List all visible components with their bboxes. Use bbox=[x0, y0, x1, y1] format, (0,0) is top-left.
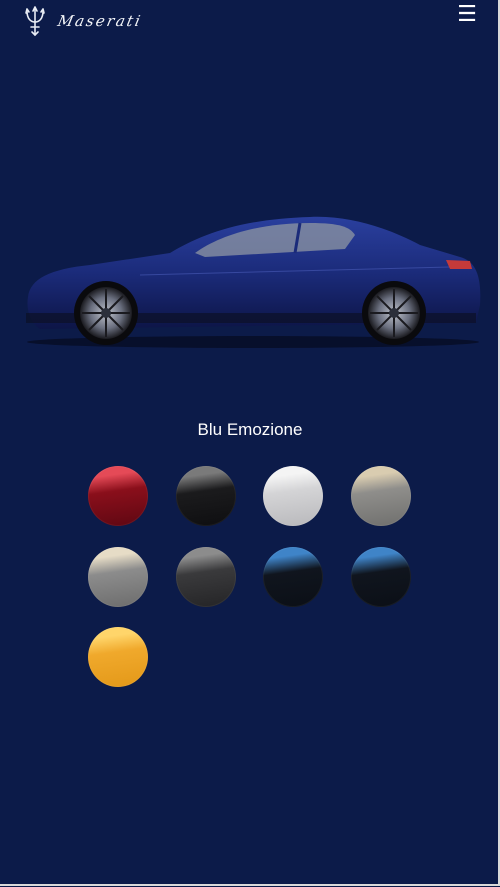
color-swatch-dark-grey[interactable] bbox=[176, 547, 236, 607]
car-image bbox=[26, 216, 481, 348]
trident-icon bbox=[25, 6, 45, 37]
color-swatch-silver[interactable] bbox=[88, 547, 148, 607]
brand-wordmark: Maserati bbox=[56, 12, 144, 30]
page-frame bbox=[0, 0, 500, 886]
color-swatch-blue-black[interactable] bbox=[263, 547, 323, 607]
color-swatch-white[interactable] bbox=[263, 466, 323, 526]
color-swatch-blue-black-2[interactable] bbox=[351, 547, 411, 607]
color-swatch-red[interactable] bbox=[88, 466, 148, 526]
color-swatch-grey-champagne[interactable] bbox=[351, 466, 411, 526]
selected-color-name: Blu Emozione bbox=[197, 420, 303, 439]
header: Maserati ☰ bbox=[0, 0, 500, 44]
color-swatch-black[interactable] bbox=[176, 466, 236, 526]
color-swatch-yellow[interactable] bbox=[88, 627, 148, 687]
brand-logo[interactable]: Maserati bbox=[22, 5, 144, 37]
hamburger-menu-icon[interactable]: ☰ bbox=[457, 4, 477, 26]
